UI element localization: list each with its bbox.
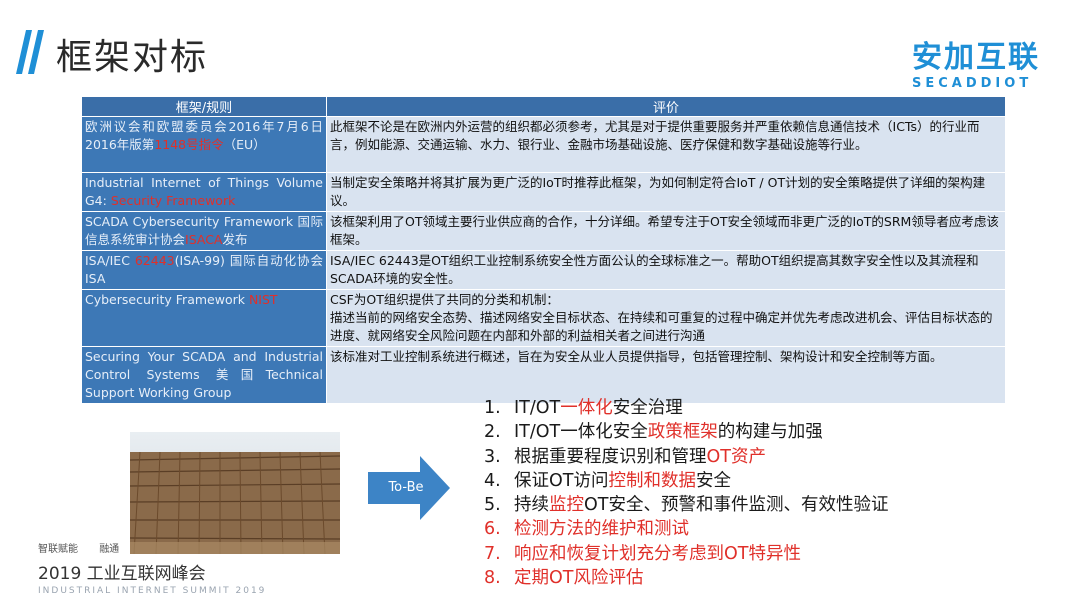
- step-text: 安全: [695, 470, 731, 491]
- step-item: 5. 持续监控OT安全、预警和事件监测、有效性验证: [484, 493, 888, 517]
- step-text: IT/OT: [514, 398, 561, 418]
- review-cell: CSF为OT组织提供了共同的分类和机制： 描述当前的网络安全态势、描述网络安全目…: [326, 289, 1006, 347]
- page-title: 框架对标: [56, 37, 209, 78]
- step-emphasis: OT资产: [706, 446, 766, 467]
- step-number: 8.: [484, 568, 501, 589]
- table-row: Industrial Internet of Things Volume G4:…: [81, 172, 1006, 212]
- step-number: 2.: [484, 422, 501, 443]
- framework-highlight: NIST: [248, 292, 278, 307]
- step-text: 保证OT访问: [514, 470, 609, 491]
- framework-highlight: 1148号指令: [154, 137, 224, 152]
- step-text: 根据重要程度识别和管理: [514, 446, 707, 467]
- step-text: 持续: [514, 495, 549, 516]
- review-cell: ISA/IEC 62443是OT组织工业控制系统安全性方面公认的全球标准之一。帮…: [326, 250, 1006, 290]
- step-emphasis: 监控: [549, 495, 584, 516]
- step-number: 7.: [484, 543, 501, 564]
- step-emphasis: 检测: [514, 519, 549, 540]
- step-item: 8. 定期OT风险评估: [484, 566, 888, 590]
- table-row: Cybersecurity Framework NIST CSF为OT组织提供了…: [81, 289, 1006, 347]
- framework-cell: Cybersecurity Framework NIST: [81, 289, 327, 347]
- to-be-steps-list: 1. IT/OT一体化安全治理 2. IT/OT一体化安全政策框架的构建与加强 3. 根据…: [484, 396, 888, 590]
- framework-cell: SCADA Cybersecurity Framework 国际信息系统审计协会…: [81, 211, 327, 251]
- step-emphasis: 控制和数据: [608, 470, 696, 491]
- step-text: 计划充分考虑到OT特异性: [601, 543, 801, 564]
- review-cell: 当制定安全策略并将其扩展为更广泛的IoT时推荐此框架，为如何制定符合IoT / …: [326, 172, 1006, 212]
- table-row: 欧洲议会和欧盟委员会2016年7月6日2016年版第1148号指令（EU） 此框…: [81, 116, 1006, 173]
- framework-highlight: ISACA: [185, 232, 223, 247]
- table-row: SCADA Cybersecurity Framework 国际信息系统审计协会…: [81, 211, 1006, 251]
- framework-cell: 欧洲议会和欧盟委员会2016年7月6日2016年版第1148号指令（EU）: [81, 116, 327, 173]
- construction-site-image: [130, 432, 340, 554]
- step-item: 7. 响应和恢复计划充分考虑到OT特异性: [484, 542, 888, 566]
- review-cell: 该标准对工业控制系统进行概述，旨在为安全从业人员提供指导，包括管理控制、架构设计…: [326, 346, 1006, 404]
- step-number: 1.: [484, 398, 501, 418]
- framework-highlight: 62443: [134, 253, 175, 268]
- step-item: 6. 检测方法的维护和测试: [484, 517, 888, 541]
- step-number: 5.: [484, 495, 501, 516]
- footer-subtitle: INDUSTRIAL INTERNET SUMMIT 2019: [38, 586, 267, 596]
- step-item: 3. 根据重要程度识别和管理OT资产: [484, 445, 888, 469]
- framework-table: 框架/规则 评价 欧洲议会和欧盟委员会2016年7月6日2016年版第1148号…: [81, 96, 1006, 404]
- logo-chinese: 安加互联: [912, 40, 1040, 75]
- step-number: 4.: [484, 470, 501, 491]
- framework-cell: Securing Your SCADA and Industrial Contr…: [81, 346, 327, 404]
- footer-title: 2019 工业互联网峰会: [38, 564, 206, 584]
- footer-badge-2: 融通: [99, 544, 120, 555]
- step-item: 2. IT/OT一体化安全政策框架的构建与加强: [484, 420, 888, 444]
- review-cell: 该框架利用了OT领域主要行业供应商的合作，十分详细。希望专注于OT安全领域而非更…: [326, 211, 1006, 251]
- logo-english: SECADDIOT: [912, 76, 1033, 91]
- title-slash-decoration: [16, 30, 44, 74]
- table-header-row: 框架/规则 评价: [81, 96, 1006, 117]
- step-number: 3.: [484, 446, 501, 467]
- framework-highlight: Security Framework: [110, 193, 236, 208]
- to-be-label: To-Be: [388, 480, 424, 495]
- footer-badge-1: 智联赋能: [38, 544, 78, 555]
- footer-badge: 智联赋能 融通: [38, 540, 137, 555]
- framework-cell: ISA/IEC 62443(ISA-99) 国际自动化协会ISA: [81, 250, 327, 290]
- framework-cell: Industrial Internet of Things Volume G4:…: [81, 172, 327, 212]
- step-text: IT/OT一体化安全: [514, 422, 648, 443]
- company-logo: 安加互联 SECADDIOT: [912, 40, 1040, 92]
- step-number: 6.: [484, 519, 501, 540]
- step-text: 安全治理: [612, 398, 683, 418]
- table-row: Securing Your SCADA and Industrial Contr…: [81, 346, 1006, 404]
- step-emphasis: 响应和恢复: [514, 543, 602, 564]
- step-emphasis: 一体化: [560, 398, 613, 418]
- step-text: OT安全、预警和事件监测、有效性验证: [584, 495, 889, 516]
- step-text: 方法的维护和测试: [549, 519, 689, 540]
- step-text: 的构建与加强: [717, 422, 823, 443]
- header-framework: 框架/规则: [81, 96, 327, 117]
- header-review: 评价: [326, 96, 1006, 117]
- step-item: 4. 保证OT访问控制和数据安全: [484, 469, 888, 493]
- step-item: 1. IT/OT一体化安全治理: [484, 396, 888, 420]
- table-row: ISA/IEC 62443(ISA-99) 国际自动化协会ISA ISA/IEC…: [81, 250, 1006, 290]
- review-cell: 此框架不论是在欧洲内外运营的组织都必须参考，尤其是对于提供重要服务并严重依赖信息…: [326, 116, 1006, 173]
- step-emphasis: 政策框架: [647, 422, 718, 443]
- step-emphasis: 定期: [514, 568, 549, 589]
- step-text: OT风险评估: [549, 568, 644, 589]
